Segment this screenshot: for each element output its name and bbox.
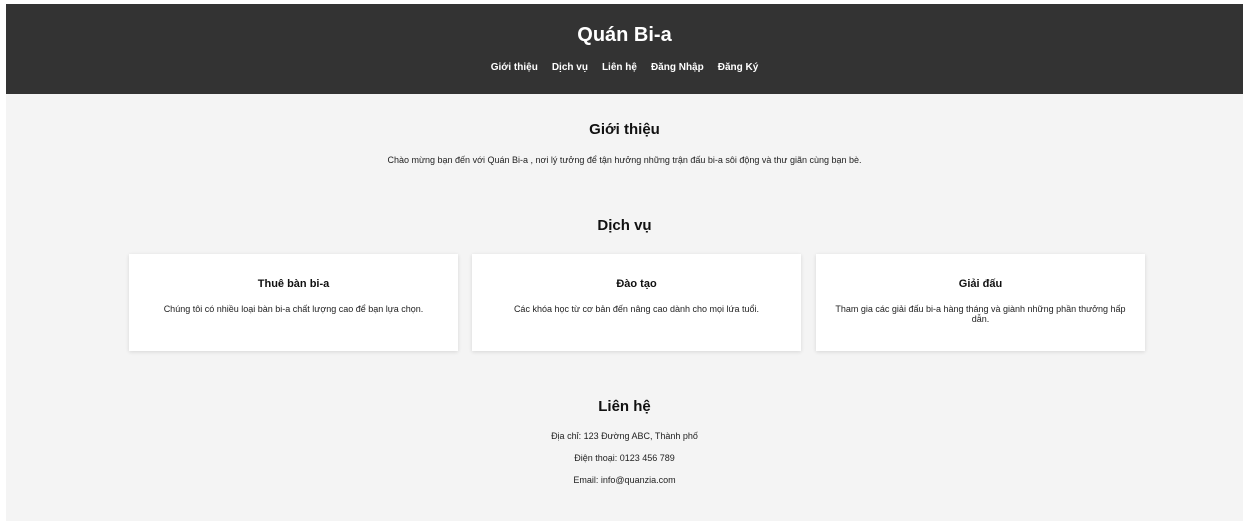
intro-heading: Giới thiệu — [589, 121, 660, 138]
site-header: Quán Bi-a Giới thiệu Dịch vụ Liên hệ Đăn… — [6, 4, 1243, 94]
service-card-training: Đào tạo Các khóa học từ cơ bản đến nâng … — [472, 254, 801, 351]
service-card-title: Đào tạo — [616, 278, 657, 290]
service-card-text: Chúng tôi có nhiều loại bàn bi-a chất lư… — [163, 304, 424, 314]
main-nav: Giới thiệu Dịch vụ Liên hệ Đăng Nhập Đăn… — [6, 62, 1243, 73]
contact-phone: Điện thoại: 0123 456 789 — [574, 453, 675, 463]
nav-link-services[interactable]: Dịch vụ — [552, 62, 588, 73]
service-card-text: Tham gia các giải đấu bi-a hàng tháng và… — [835, 304, 1126, 324]
contact-address: Địa chỉ: 123 Đường ABC, Thành phố — [551, 431, 698, 441]
nav-link-register[interactable]: Đăng Ký — [718, 62, 759, 73]
service-card-title: Giải đấu — [958, 278, 1003, 290]
intro-text: Chào mừng bạn đến với Quán Bi-a , nơi lý… — [387, 155, 862, 165]
nav-link-login[interactable]: Đăng Nhập — [651, 62, 704, 73]
contact-heading: Liên hệ — [598, 398, 651, 415]
service-card-title: Thuê bàn bi-a — [257, 278, 330, 290]
service-cards: Thuê bàn bi-a Chúng tôi có nhiều loại bà… — [129, 254, 1145, 351]
service-card-tournament: Giải đấu Tham gia các giải đấu bi-a hàng… — [816, 254, 1145, 351]
service-card-rental: Thuê bàn bi-a Chúng tôi có nhiều loại bà… — [129, 254, 458, 351]
site-title: Quán Bi-a — [577, 24, 672, 46]
services-heading: Dịch vụ — [597, 217, 652, 234]
page-body: Quán Bi-a Giới thiệu Dịch vụ Liên hệ Đăn… — [6, 4, 1243, 521]
contact-email: Email: info@quanzia.com — [573, 475, 676, 485]
nav-link-about[interactable]: Giới thiệu — [491, 62, 538, 73]
service-card-text: Các khóa học từ cơ bản đến nâng cao dành… — [513, 304, 760, 314]
nav-link-contact[interactable]: Liên hệ — [602, 62, 637, 73]
